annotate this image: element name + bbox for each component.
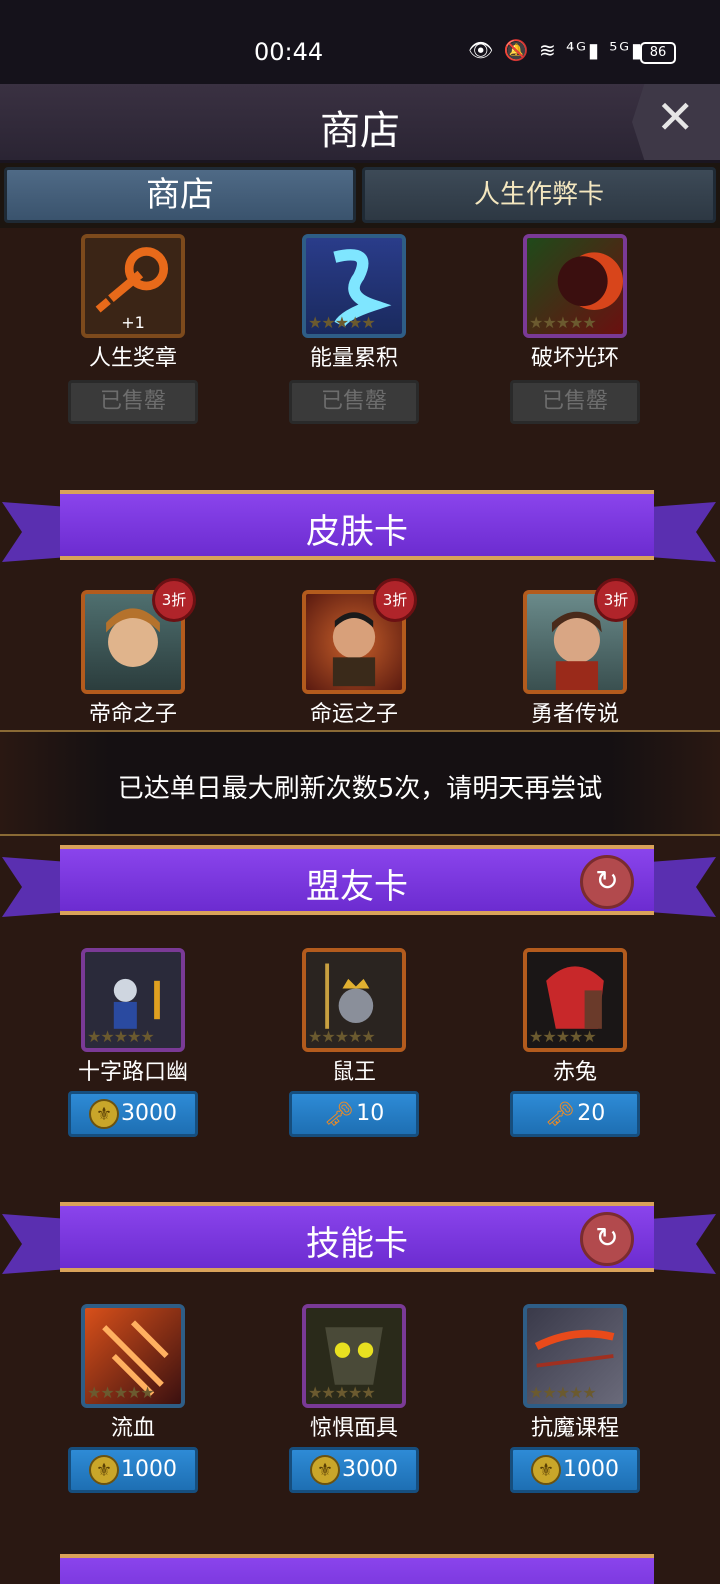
banner-bar: 盟友卡	[60, 845, 654, 915]
coin-icon: ⚜	[89, 1099, 119, 1129]
status-bar: 00:44 👁 🔕 ≋ ⁴ᴳ▮ ⁵ᴳ▮ 86	[0, 0, 720, 84]
item-name: 勇者传说	[530, 702, 619, 727]
allies-banner: 盟友卡 ↻	[0, 839, 720, 925]
discount-badge: 3折	[373, 578, 417, 622]
item-name: 十字路口幽	[77, 1060, 188, 1085]
star-rating: ★★★★★	[308, 313, 376, 332]
price-label: 10	[356, 1101, 385, 1126]
discount-badge: 3折	[152, 578, 196, 622]
coin-icon: ⚜	[89, 1455, 119, 1485]
section-title: 皮肤卡	[306, 512, 408, 552]
section-title: 盟友卡	[306, 867, 408, 907]
item-name: 破坏光环	[530, 346, 619, 371]
item-name: 惊惧面具	[309, 1416, 398, 1441]
price-label: 1000	[563, 1457, 619, 1482]
buy-button[interactable]: 🗝20	[510, 1091, 640, 1137]
section-title: 技能卡	[306, 1224, 408, 1264]
buy-button[interactable]: 🗝10	[289, 1091, 419, 1137]
toast-message: 已达单日最大刷新次数5次，请明天再尝试	[0, 730, 720, 836]
price-label: 3000	[121, 1101, 177, 1126]
banner-bar	[60, 1554, 654, 1584]
status-icons: 👁 🔕 ≋ ⁴ᴳ▮ ⁵ᴳ▮	[468, 38, 645, 62]
skins-banner: 皮肤卡	[0, 484, 720, 570]
energy-icon: ★★★★★	[302, 234, 406, 338]
star-rating: ★★★★★	[308, 1383, 376, 1402]
item-name: 能量累积	[309, 346, 398, 371]
sold-out-button[interactable]: 已售罄	[68, 380, 198, 424]
discount-badge: 3折	[594, 578, 638, 622]
shop-section: +1 人生奖章 已售罄 ★★★★★ 能量累积 已售罄 ★★★★★ 破坏光环 已售…	[0, 234, 720, 434]
item-name: 赤兔	[552, 1060, 597, 1085]
status-time: 00:44	[254, 38, 324, 66]
next-banner	[0, 1548, 720, 1584]
tab-shop[interactable]: 商店	[4, 167, 356, 223]
tab-bar: 商店 人生作弊卡	[0, 163, 720, 228]
battery-icon: 86	[640, 42, 676, 64]
star-rating: ★★★★★	[529, 1027, 597, 1046]
item-name: 流血	[110, 1416, 155, 1441]
price-label: 3000	[342, 1457, 398, 1482]
close-button[interactable]: ✕	[632, 84, 720, 160]
star-rating: ★★★★★	[87, 1383, 155, 1402]
banner-bar: 技能卡	[60, 1202, 654, 1272]
sold-out-button[interactable]: 已售罄	[510, 380, 640, 424]
title-bar: 商店 ✕	[0, 84, 720, 163]
skill-icon: ★★★★★	[81, 1304, 185, 1408]
allies-section: ★★★★★ 十字路口幽 ⚜ 3000 ★★★★★ 鼠王 🗝10 ★★★★★ 赤兔 …	[0, 948, 720, 1148]
skills-section: ★★★★★ 流血 ⚜ 1000 ★★★★★ 惊惧面具 ⚜ 3000 ★★★★★ 抗魔…	[0, 1304, 720, 1504]
page-title: 商店	[320, 108, 400, 154]
skill-icon: ★★★★★	[523, 1304, 627, 1408]
item-name: 鼠王	[331, 1060, 376, 1085]
tab-cheat-cards[interactable]: 人生作弊卡	[362, 167, 716, 223]
item-name: 抗魔课程	[530, 1416, 619, 1441]
item-badge: +1	[121, 313, 145, 332]
skill-icon: ★★★★★	[302, 1304, 406, 1408]
close-icon[interactable]: ✕	[656, 90, 695, 144]
price-label: 20	[577, 1101, 606, 1126]
star-rating: ★★★★★	[308, 1027, 376, 1046]
star-rating: ★★★★★	[529, 1383, 597, 1402]
toast-text: 已达单日最大刷新次数5次，请明天再尝试	[117, 774, 603, 804]
buy-button[interactable]: ⚜ 3000	[68, 1091, 198, 1137]
aura-icon: ★★★★★	[523, 234, 627, 338]
price-label: 1000	[121, 1457, 177, 1482]
key-icon: 🗝	[323, 1100, 355, 1128]
star-rating: ★★★★★	[529, 313, 597, 332]
buy-button[interactable]: ⚜ 1000	[510, 1447, 640, 1493]
skills-banner: 技能卡 ↻	[0, 1196, 720, 1282]
item-name: 帝命之子	[88, 702, 177, 727]
buy-button[interactable]: ⚜ 1000	[68, 1447, 198, 1493]
ally-portrait: ★★★★★	[302, 948, 406, 1052]
item-name: 命运之子	[309, 702, 398, 727]
item-name: 人生奖章	[88, 346, 177, 371]
ally-portrait: ★★★★★	[81, 948, 185, 1052]
coin-icon: ⚜	[531, 1455, 561, 1485]
star-rating: ★★★★★	[87, 1027, 155, 1046]
sold-out-button[interactable]: 已售罄	[289, 380, 419, 424]
key-icon: 🗝	[544, 1100, 576, 1128]
banner-bar: 皮肤卡	[60, 490, 654, 560]
ally-portrait: ★★★★★	[523, 948, 627, 1052]
buy-button[interactable]: ⚜ 3000	[289, 1447, 419, 1493]
refresh-button[interactable]: ↻	[580, 1212, 634, 1266]
key-icon: +1	[81, 234, 185, 338]
refresh-button[interactable]: ↻	[580, 855, 634, 909]
coin-icon: ⚜	[310, 1455, 340, 1485]
